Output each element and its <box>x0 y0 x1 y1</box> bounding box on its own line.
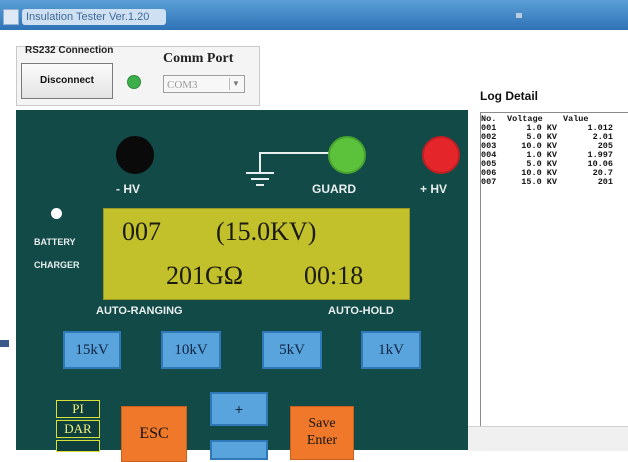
log-cell-value: 10.06 <box>587 160 613 169</box>
range-10kv-button[interactable]: 10kV <box>161 331 221 369</box>
log-cell-no: 003 <box>481 142 497 151</box>
ground-icon-stem <box>259 152 261 172</box>
log-cell-voltage: 5.0 KV <box>526 133 557 142</box>
log-cell-no: 001 <box>481 124 497 133</box>
hv-minus-jack <box>116 136 154 174</box>
hv-minus-label: - HV <box>116 182 140 196</box>
app-icon <box>3 9 19 25</box>
log-cell-value: 205 <box>597 142 613 151</box>
guard-wire <box>259 152 329 154</box>
guard-label: GUARD <box>312 182 356 196</box>
range-15kv-button[interactable]: 15kV <box>63 331 121 369</box>
comm-port-value: COM3 <box>167 79 198 91</box>
log-header-row: No. Voltage Value <box>481 115 628 124</box>
log-cell-value: 1.012 <box>587 124 613 133</box>
charger-label: CHARGER <box>34 260 80 270</box>
ground-icon <box>246 172 274 174</box>
auto-hold-label: AUTO-HOLD <box>328 305 394 317</box>
window-title: Insulation Tester Ver.1.20 <box>22 9 166 25</box>
log-cell-voltage: 15.0 KV <box>521 178 557 187</box>
mode-extra-indicator[interactable] <box>56 440 100 452</box>
log-row: 006 10.0 KV 20.7 <box>481 169 628 178</box>
log-row: 003 10.0 KV 205 <box>481 142 628 151</box>
log-row: 005 5.0 KV 10.06 <box>481 160 628 169</box>
enter-label: Enter <box>306 433 338 448</box>
log-cell-no: 002 <box>481 133 497 142</box>
disconnect-button[interactable]: Disconnect <box>21 63 113 99</box>
log-header-no: No. <box>481 115 497 124</box>
log-row: 001 1.0 KV 1.012 <box>481 124 628 133</box>
log-cell-voltage: 1.0 KV <box>526 151 557 160</box>
plus-button[interactable]: + <box>210 392 268 426</box>
log-cell-no: 007 <box>481 178 497 187</box>
ground-icon-bar2 <box>251 178 269 180</box>
lcd-display: 007 (15.0KV) 201GΩ 00:18 <box>103 208 410 300</box>
log-cell-no: 005 <box>481 160 497 169</box>
rs232-connection-group: RS232 Connection Disconnect Comm Port CO… <box>16 45 260 106</box>
hv-plus-jack <box>422 136 460 174</box>
log-header-value: Value <box>563 115 589 124</box>
log-cell-value: 2.01 <box>592 133 613 142</box>
log-cell-no: 006 <box>481 169 497 178</box>
mode-dar-indicator[interactable]: DAR <box>56 420 100 438</box>
log-cell-voltage: 1.0 KV <box>526 124 557 133</box>
bottom-gray-panel <box>468 426 628 451</box>
ground-icon-bar3 <box>256 184 264 186</box>
log-row: 007 15.0 KV 201 <box>481 178 628 187</box>
title-bar: Insulation Tester Ver.1.20 <box>0 0 628 30</box>
log-row: 002 5.0 KV 2.01 <box>481 133 628 142</box>
log-header-voltage: Voltage <box>507 115 543 124</box>
comm-port-label: Comm Port <box>163 51 234 66</box>
range-1kv-button[interactable]: 1kV <box>361 331 421 369</box>
log-cell-no: 004 <box>481 151 497 160</box>
log-cell-voltage: 5.0 KV <box>526 160 557 169</box>
save-enter-button[interactable]: Save Enter <box>290 406 354 460</box>
titlebar-mark <box>516 13 522 18</box>
range-5kv-button[interactable]: 5kV <box>262 331 322 369</box>
lcd-resistance: 201GΩ <box>166 261 244 290</box>
comm-port-select[interactable]: COM3 ▼ <box>163 75 245 93</box>
instrument-panel: - HV GUARD + HV BATTERY CHARGER 007 (15.… <box>16 110 468 462</box>
guard-jack <box>328 136 366 174</box>
log-cell-voltage: 10.0 KV <box>521 169 557 178</box>
minus-button[interactable] <box>210 440 268 460</box>
log-row: 004 1.0 KV 1.997 <box>481 151 628 160</box>
lcd-record-number: 007 <box>122 217 161 246</box>
mode-pi-indicator[interactable]: PI <box>56 400 100 418</box>
log-detail-title: Log Detail <box>480 89 539 103</box>
log-detail-list[interactable]: No. Voltage Value 001 1.0 KV 1.012 002 5… <box>480 112 628 427</box>
save-label: Save <box>308 416 336 431</box>
lcd-timer: 00:18 <box>304 261 364 290</box>
left-edge-mark <box>0 340 9 347</box>
lcd-voltage: (15.0KV) <box>216 217 317 246</box>
chevron-down-icon[interactable]: ▼ <box>229 78 242 90</box>
log-cell-value: 20.7 <box>592 169 613 178</box>
log-cell-voltage: 10.0 KV <box>521 142 557 151</box>
log-cell-value: 201 <box>597 178 613 187</box>
battery-label: BATTERY <box>34 237 76 247</box>
connection-status-led <box>127 75 141 89</box>
log-cell-value: 1.997 <box>587 151 613 160</box>
rs232-connection-label: RS232 Connection <box>25 45 114 56</box>
battery-status-indicator <box>51 208 62 219</box>
esc-button[interactable]: ESC <box>121 406 187 462</box>
hv-plus-label: + HV <box>420 182 448 196</box>
auto-ranging-label: AUTO-RANGING <box>96 305 183 317</box>
